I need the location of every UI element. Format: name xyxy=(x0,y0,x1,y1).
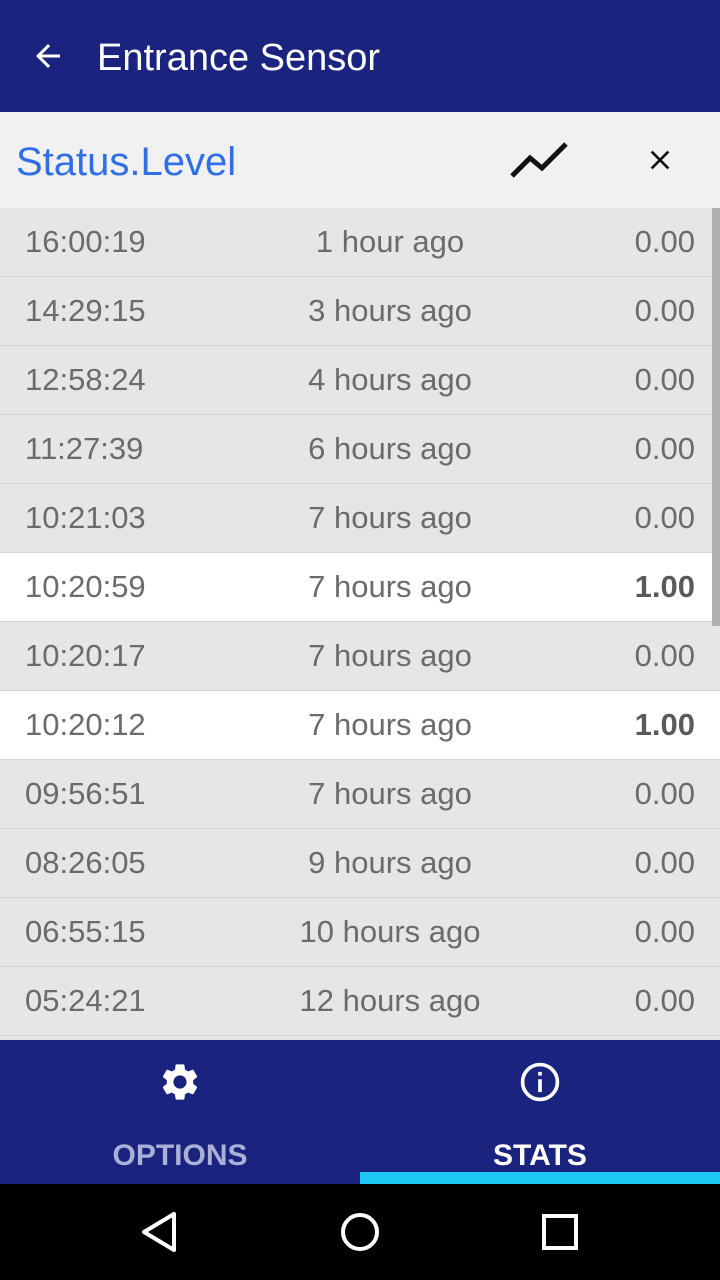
row-value: 1.00 xyxy=(634,569,695,604)
list-item[interactable]: 10:21:03 7 hours ago 0.00 xyxy=(0,484,720,553)
tab-stats-label: STATS xyxy=(493,1139,587,1172)
row-time: 10:20:12 xyxy=(25,707,146,742)
row-time: 10:20:17 xyxy=(25,638,146,673)
row-time: 05:24:21 xyxy=(25,983,146,1018)
close-button[interactable] xyxy=(630,130,690,190)
tab-options[interactable]: OPTIONS xyxy=(0,1040,360,1184)
list-item[interactable]: 06:55:15 10 hours ago 0.00 xyxy=(0,898,720,967)
row-value: 0.00 xyxy=(634,224,695,259)
row-relative-time: 7 hours ago xyxy=(308,776,472,811)
list-item[interactable]: 11:27:39 6 hours ago 0.00 xyxy=(0,415,720,484)
row-value: 1.00 xyxy=(634,707,695,742)
row-time: 16:00:19 xyxy=(25,224,146,259)
row-relative-time: 1 hour ago xyxy=(315,224,465,259)
bottom-navigation: OPTIONS STATS xyxy=(0,1040,720,1184)
list-item[interactable]: 16:00:19 1 hour ago 0.00 xyxy=(0,208,720,277)
row-relative-time: 3 hours ago xyxy=(308,293,472,328)
row-value: 0.00 xyxy=(634,845,695,880)
close-icon xyxy=(650,150,670,170)
list-item[interactable]: 05:24:21 12 hours ago 0.00 xyxy=(0,967,720,1036)
row-relative-time: 6 hours ago xyxy=(308,431,472,466)
row-relative-time: 7 hours ago xyxy=(308,638,472,673)
page-title: Entrance Sensor xyxy=(97,37,381,79)
row-relative-time: 9 hours ago xyxy=(308,845,472,880)
list-item[interactable]: 14:29:15 3 hours ago 0.00 xyxy=(0,277,720,346)
list-item-active[interactable]: 10:20:12 7 hours ago 1.00 xyxy=(0,691,720,760)
system-home-button[interactable] xyxy=(330,1202,390,1262)
row-value: 0.00 xyxy=(634,500,695,535)
chart-button[interactable] xyxy=(500,130,580,190)
list-item[interactable]: 09:56:51 7 hours ago 0.00 xyxy=(0,760,720,829)
row-time: 10:20:59 xyxy=(25,569,146,604)
row-relative-time: 12 hours ago xyxy=(299,983,481,1018)
row-time: 14:29:15 xyxy=(25,293,146,328)
back-button[interactable] xyxy=(20,28,76,84)
row-relative-time: 7 hours ago xyxy=(308,500,472,535)
row-value: 0.00 xyxy=(634,914,695,949)
row-relative-time: 7 hours ago xyxy=(308,569,472,604)
system-navigation-bar xyxy=(0,1184,720,1280)
tab-options-label: OPTIONS xyxy=(112,1139,248,1172)
row-value: 0.00 xyxy=(634,638,695,673)
row-time: 12:58:24 xyxy=(25,362,146,397)
system-recents-button[interactable] xyxy=(530,1202,590,1262)
row-value: 0.00 xyxy=(634,431,695,466)
tab-stats[interactable]: STATS xyxy=(360,1040,720,1184)
list-item[interactable]: 12:58:24 4 hours ago 0.00 xyxy=(0,346,720,415)
line-chart-icon xyxy=(510,142,568,178)
app-bar: Entrance Sensor xyxy=(0,0,720,112)
row-value: 0.00 xyxy=(634,362,695,397)
row-time: 10:21:03 xyxy=(25,500,146,535)
list-item-active[interactable]: 10:20:59 7 hours ago 1.00 xyxy=(0,553,720,622)
row-relative-time: 10 hours ago xyxy=(299,914,481,949)
info-icon xyxy=(518,1060,562,1104)
row-value: 0.00 xyxy=(634,983,695,1018)
row-relative-time: 7 hours ago xyxy=(308,707,472,742)
list-item[interactable]: 10:20:17 7 hours ago 0.00 xyxy=(0,622,720,691)
gear-icon xyxy=(158,1060,202,1104)
system-back-button[interactable] xyxy=(130,1202,190,1262)
list-item[interactable]: 08:26:05 9 hours ago 0.00 xyxy=(0,829,720,898)
row-value: 0.00 xyxy=(634,293,695,328)
row-relative-time: 4 hours ago xyxy=(308,362,472,397)
row-time: 08:26:05 xyxy=(25,845,146,880)
selected-tab-indicator xyxy=(360,1172,720,1184)
scrollbar[interactable] xyxy=(712,208,720,626)
triangle-back-icon xyxy=(142,1212,176,1252)
attribute-title: Status.Level xyxy=(16,140,237,184)
row-value: 0.00 xyxy=(634,776,695,811)
arrow-back-icon xyxy=(36,44,60,68)
row-time: 09:56:51 xyxy=(25,776,146,811)
history-list[interactable]: 16:00:19 1 hour ago 0.00 14:29:15 3 hour… xyxy=(0,208,720,1040)
row-time: 11:27:39 xyxy=(25,431,144,466)
row-time: 06:55:15 xyxy=(25,914,146,949)
square-recents-icon xyxy=(542,1214,578,1250)
circle-home-icon xyxy=(341,1213,379,1251)
